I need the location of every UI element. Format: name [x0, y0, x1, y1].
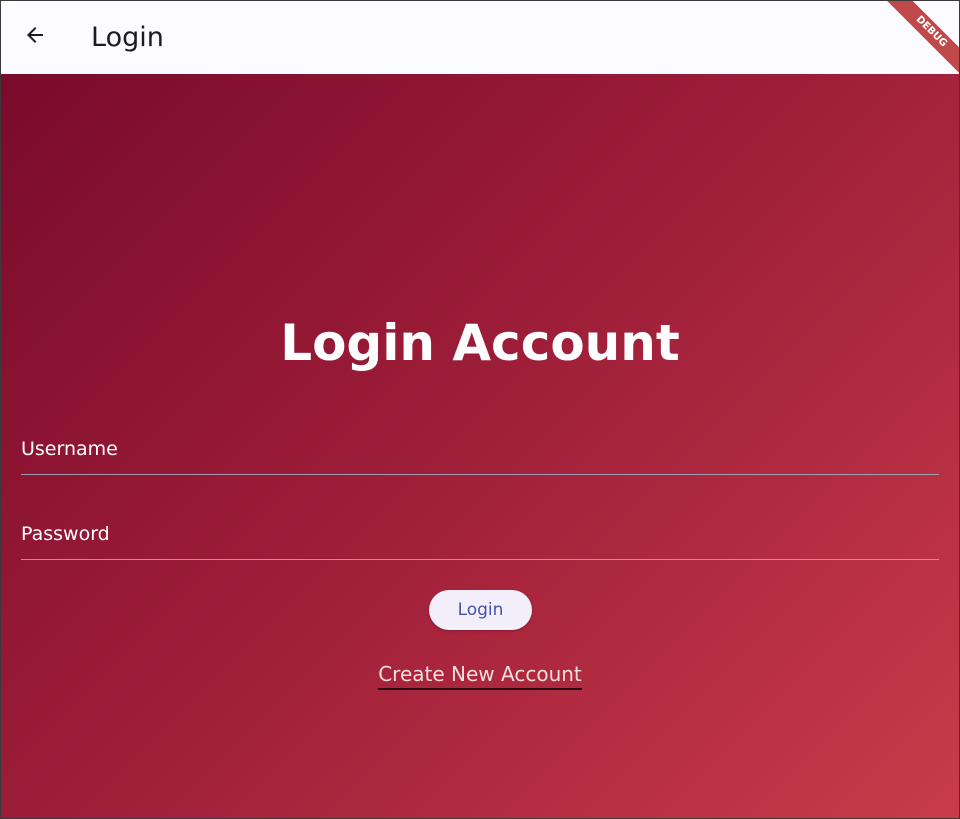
page-title: Login	[91, 22, 164, 53]
password-input[interactable]	[21, 509, 943, 561]
login-button[interactable]: Login	[429, 590, 532, 630]
create-account-container: Create New Account	[1, 662, 959, 690]
password-field[interactable]: Password	[21, 509, 943, 561]
back-button[interactable]	[13, 16, 57, 60]
create-account-link[interactable]: Create New Account	[378, 662, 582, 690]
username-field[interactable]: Username	[21, 424, 943, 476]
username-input[interactable]	[21, 424, 943, 476]
app-bar: Login	[1, 1, 959, 74]
login-heading: Login Account	[280, 314, 680, 372]
app-window: Login DEBUG Login Account Username Passw…	[0, 0, 960, 819]
arrow-back-icon	[23, 23, 47, 52]
login-body: Login Account Username Password Login Cr…	[1, 74, 959, 818]
